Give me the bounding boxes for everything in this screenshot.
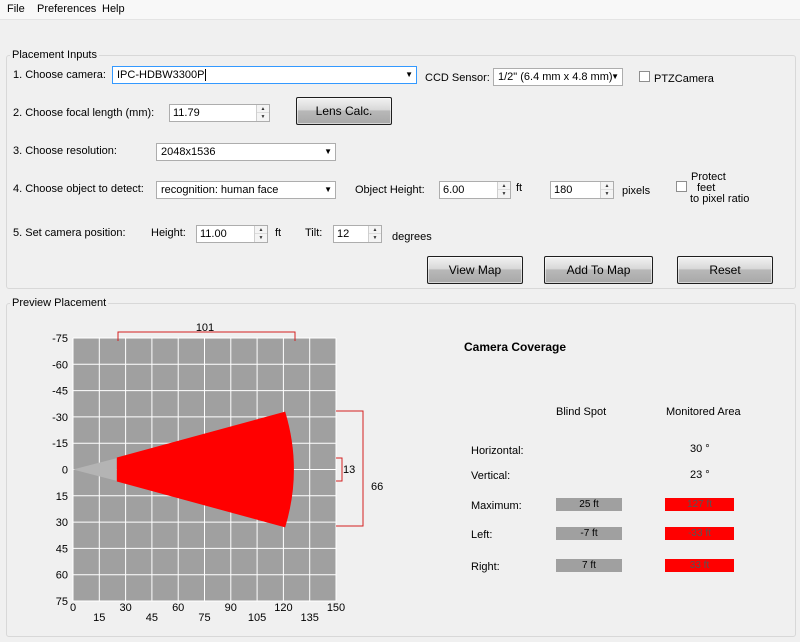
x-tick-label: 60	[172, 602, 184, 614]
y-tick-label: 30	[56, 517, 68, 529]
x-tick-label: 0	[70, 602, 76, 614]
left-label: Left:	[471, 529, 493, 541]
y-tick-label: -75	[52, 333, 68, 345]
x-axis-ticks: 0 30 60 90 120 150 15 45 75 105 135	[70, 602, 345, 624]
right-inner-dimension-label: 13	[343, 464, 355, 476]
maximum-blind-value: 25 ft	[556, 498, 622, 511]
right-inner-dimension-line	[336, 457, 343, 482]
left-blind-value: -7 ft	[556, 527, 622, 540]
x-tick-label: 15	[93, 612, 105, 624]
x-tick-label: 30	[119, 602, 131, 614]
horizontal-value: 30 °	[690, 443, 710, 455]
right-blind-value: 7 ft	[556, 559, 622, 572]
x-tick-label: 105	[248, 612, 266, 624]
y-tick-label: -30	[52, 412, 68, 424]
x-tick-label: 150	[327, 602, 345, 614]
y-tick-label: -60	[52, 359, 68, 371]
maximum-monitored-value: 127 ft	[665, 498, 734, 511]
right-outer-dimension-label: 66	[371, 481, 383, 493]
x-tick-label: 120	[274, 602, 292, 614]
monitored-area-header: Monitored Area	[666, 406, 741, 418]
vertical-value: 23 °	[690, 469, 710, 481]
x-tick-label: 75	[198, 612, 210, 624]
right-label: Right:	[471, 561, 500, 573]
y-tick-label: -45	[52, 386, 68, 398]
y-tick-label: -15	[52, 438, 68, 450]
camera-coverage-title: Camera Coverage	[464, 340, 567, 354]
x-tick-label: 45	[146, 612, 158, 624]
x-tick-label: 135	[301, 612, 319, 624]
y-tick-label: 45	[56, 543, 68, 555]
x-tick-label: 90	[225, 602, 237, 614]
y-tick-label: 60	[56, 570, 68, 582]
y-axis-ticks: -75 -60 -45 -30 -15 0 15 30 45 60 75	[52, 333, 68, 608]
coverage-plot: 101 13 66 -75 -60 -45 -30 -15 0 15 30 45 60 75 0 30…	[52, 322, 383, 624]
y-tick-label: 15	[56, 491, 68, 503]
blind-spot-header: Blind Spot	[556, 406, 607, 418]
right-monitored-value: 33 ft	[665, 559, 734, 572]
horizontal-label: Horizontal:	[471, 445, 524, 457]
maximum-label: Maximum:	[471, 500, 522, 512]
vertical-label: Vertical:	[471, 470, 511, 482]
y-tick-label: 75	[56, 596, 68, 608]
y-tick-label: 0	[62, 465, 68, 477]
top-dimension-label: 101	[196, 322, 214, 334]
left-monitored-value: -33 ft	[665, 527, 734, 540]
